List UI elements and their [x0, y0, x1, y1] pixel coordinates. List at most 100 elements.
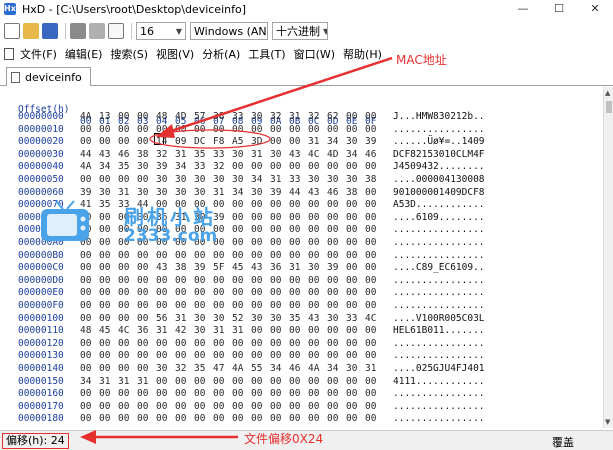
hex-byte[interactable]: 34 — [327, 136, 343, 148]
hex-byte[interactable]: 00 — [156, 401, 172, 413]
hex-byte[interactable]: 09 — [175, 136, 191, 148]
hex-byte[interactable]: 00 — [194, 338, 210, 350]
hex-byte[interactable]: 4C — [365, 313, 381, 325]
hex-byte[interactable]: 4D — [327, 149, 343, 161]
hex-byte[interactable]: 00 — [213, 300, 229, 312]
scroll-up-icon[interactable]: ▲ — [605, 89, 610, 97]
bytes-per-row-select[interactable]: 16 ▼ — [136, 22, 186, 40]
hex-byte[interactable]: 00 — [118, 174, 134, 186]
hex-byte[interactable]: 00 — [270, 161, 286, 173]
hex-byte[interactable]: 38 — [213, 111, 229, 123]
offset-base-select[interactable]: 十六进制 ▼ — [272, 22, 328, 40]
hex-byte[interactable]: 00 — [365, 401, 381, 413]
hex-byte[interactable]: 00 — [327, 161, 343, 173]
hex-byte[interactable]: 00 — [99, 313, 115, 325]
hex-byte[interactable]: 00 — [270, 413, 286, 425]
hex-byte[interactable]: 00 — [308, 287, 324, 299]
hex-byte[interactable]: 32 — [308, 111, 324, 123]
vertical-scrollbar[interactable]: ▲ ▼ — [603, 87, 613, 428]
hex-byte[interactable]: 31 — [175, 149, 191, 161]
hex-byte[interactable]: 35 — [194, 363, 210, 375]
hex-byte[interactable]: 00 — [194, 413, 210, 425]
hex-byte[interactable]: 00 — [251, 350, 267, 362]
hex-byte[interactable]: 00 — [289, 376, 305, 388]
hex-byte[interactable]: 30 — [251, 111, 267, 123]
hex-byte[interactable]: 00 — [270, 401, 286, 413]
hex-byte[interactable]: 30 — [213, 174, 229, 186]
hex-byte[interactable]: 00 — [308, 325, 324, 337]
hex-byte[interactable]: 00 — [270, 388, 286, 400]
hex-byte[interactable]: 00 — [156, 376, 172, 388]
hex-byte[interactable]: 30 — [270, 149, 286, 161]
ascii-text[interactable]: 901000001409DCF8 — [393, 187, 485, 199]
hex-byte[interactable]: 00 — [137, 287, 153, 299]
hex-byte[interactable]: 62 — [327, 111, 343, 123]
copy-icon[interactable] — [89, 23, 105, 39]
hex-byte[interactable]: 5F — [213, 262, 229, 274]
hex-byte[interactable]: 00 — [118, 338, 134, 350]
hex-byte[interactable]: 00 — [232, 300, 248, 312]
hex-editor[interactable]: Offset(h) 00 01 02 03 04 05 06 07 08 09 0A 0B 0C 0D 0E… — [0, 87, 603, 428]
hex-byte[interactable]: 31 — [365, 363, 381, 375]
hex-byte[interactable]: 00 — [137, 300, 153, 312]
hex-byte[interactable]: 00 — [270, 325, 286, 337]
hex-byte[interactable]: 00 — [346, 111, 362, 123]
hex-byte[interactable]: 30 — [213, 313, 229, 325]
minimize-button[interactable]: — — [505, 0, 541, 18]
hex-byte[interactable]: 31 — [118, 376, 134, 388]
hex-byte[interactable]: 14 — [156, 136, 172, 148]
hex-byte[interactable]: 30 — [270, 313, 286, 325]
hex-byte[interactable]: 00 — [327, 199, 343, 211]
hex-byte[interactable]: 00 — [213, 124, 229, 136]
hex-byte[interactable]: 13 — [99, 111, 115, 123]
hex-byte[interactable]: 00 — [365, 111, 381, 123]
hex-byte[interactable]: 00 — [270, 376, 286, 388]
hex-byte[interactable]: 00 — [99, 388, 115, 400]
ascii-text[interactable]: HEL61B011....... — [393, 325, 485, 337]
hex-byte[interactable]: 00 — [80, 350, 96, 362]
hex-byte[interactable]: 30 — [346, 136, 362, 148]
hex-byte[interactable]: 43 — [99, 149, 115, 161]
hex-byte[interactable]: 00 — [327, 275, 343, 287]
hex-byte[interactable]: 00 — [289, 275, 305, 287]
tab-deviceinfo[interactable]: deviceinfo — [6, 67, 91, 86]
hex-byte[interactable]: 57 — [194, 111, 210, 123]
hex-byte[interactable]: 00 — [365, 187, 381, 199]
hex-byte[interactable]: 00 — [308, 376, 324, 388]
hex-byte[interactable]: 00 — [289, 136, 305, 148]
hex-byte[interactable]: 00 — [156, 287, 172, 299]
hex-byte[interactable]: 00 — [346, 250, 362, 262]
ascii-text[interactable]: ................ — [393, 388, 485, 400]
hex-byte[interactable]: 30 — [156, 174, 172, 186]
ascii-text[interactable]: ................ — [393, 250, 485, 262]
hex-byte[interactable]: 00 — [80, 287, 96, 299]
page-icon[interactable] — [108, 23, 124, 39]
hex-byte[interactable]: 00 — [232, 275, 248, 287]
hex-byte[interactable]: 00 — [175, 413, 191, 425]
hex-byte[interactable]: 00 — [365, 338, 381, 350]
hex-byte[interactable]: 00 — [156, 124, 172, 136]
hex-byte[interactable]: 00 — [308, 224, 324, 236]
ascii-text[interactable]: ....V100R005C03L — [393, 313, 485, 325]
ascii-text[interactable]: ................ — [393, 413, 485, 425]
hex-byte[interactable]: 00 — [270, 212, 286, 224]
hex-byte[interactable]: 00 — [346, 161, 362, 173]
hex-byte[interactable]: 00 — [346, 224, 362, 236]
hex-byte[interactable]: 34 — [80, 376, 96, 388]
hex-byte[interactable]: 00 — [232, 401, 248, 413]
hex-byte[interactable]: 00 — [80, 262, 96, 274]
hex-byte[interactable]: 43 — [156, 262, 172, 274]
hex-byte[interactable]: 00 — [99, 174, 115, 186]
hex-byte[interactable]: 00 — [365, 212, 381, 224]
hex-byte[interactable]: 00 — [270, 338, 286, 350]
save-icon[interactable] — [42, 23, 58, 39]
hex-byte[interactable]: 00 — [327, 212, 343, 224]
hex-byte[interactable]: 46 — [365, 149, 381, 161]
hex-byte[interactable]: 00 — [80, 275, 96, 287]
hex-byte[interactable]: 31 — [232, 325, 248, 337]
hex-byte[interactable]: 32 — [213, 161, 229, 173]
ascii-text[interactable]: J...HMW830212b.. — [393, 111, 485, 123]
hex-byte[interactable]: 00 — [346, 300, 362, 312]
hex-byte[interactable]: 31 — [251, 149, 267, 161]
hex-byte[interactable]: 00 — [270, 237, 286, 249]
